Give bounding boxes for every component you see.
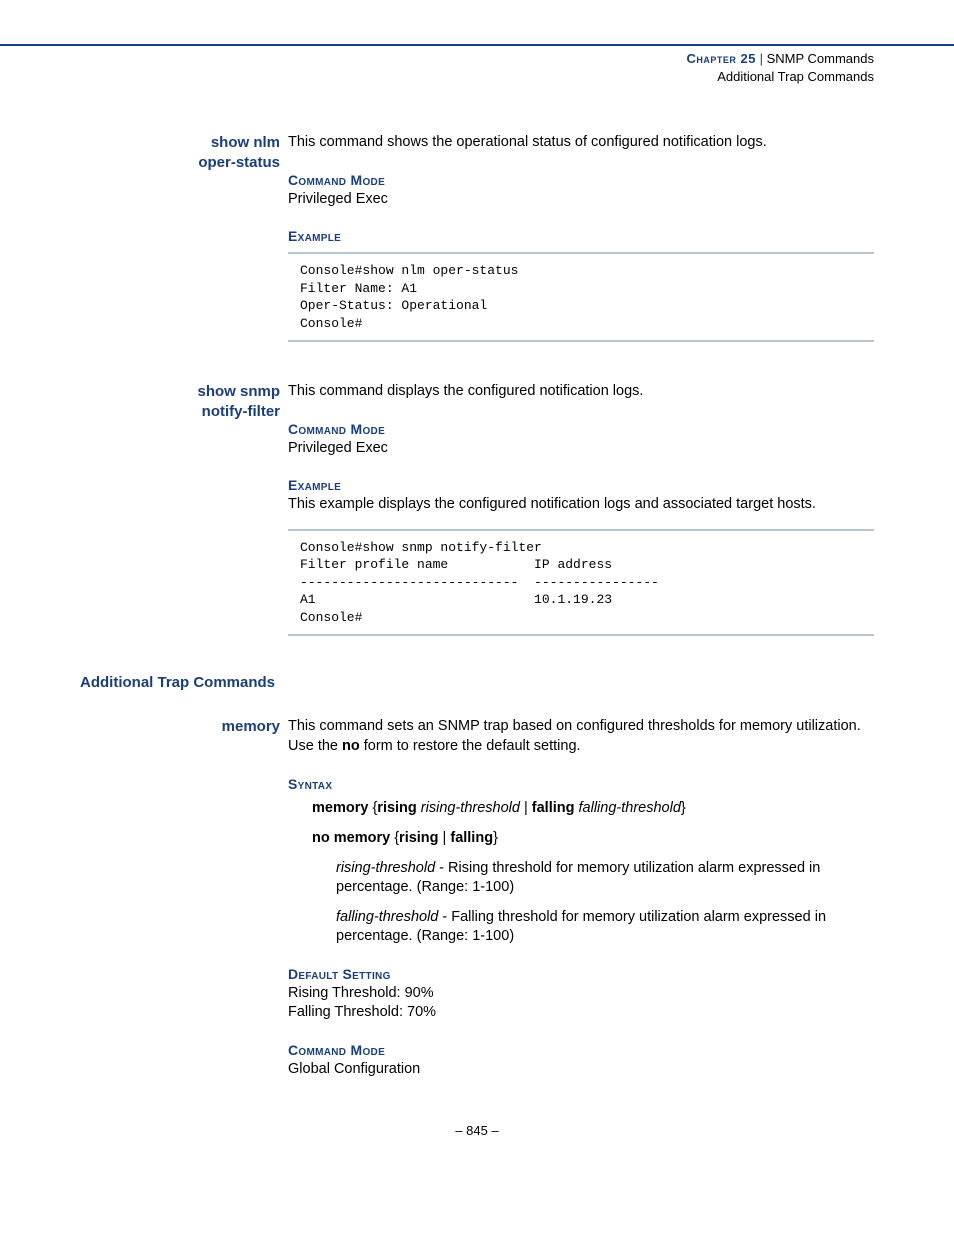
- header-separator: |: [760, 51, 763, 66]
- command-mode-value: Global Configuration: [288, 1060, 874, 1080]
- command-mode-value: Privileged Exec: [288, 439, 874, 459]
- page-content: show nlm oper-status This command shows …: [0, 85, 954, 1079]
- syntax-line-1: memory {rising rising-threshold | fallin…: [288, 799, 874, 819]
- command-block-memory: memory This command sets an SNMP trap ba…: [80, 717, 874, 1079]
- default-setting-label: Default Setting: [288, 965, 874, 984]
- param-rising: rising-threshold - Rising threshold for …: [288, 859, 874, 898]
- chapter-label: Chapter 25: [686, 51, 755, 66]
- command-name: show snmp notify-filter: [80, 382, 288, 423]
- page-header: Chapter 25 | SNMP Commands Additional Tr…: [0, 46, 954, 85]
- syntax-line-2: no memory {rising | falling}: [288, 829, 874, 849]
- command-mode-label: Command Mode: [288, 171, 874, 190]
- command-mode-label: Command Mode: [288, 420, 874, 439]
- example-label: Example: [288, 227, 874, 246]
- code-example: Console#show nlm oper-status Filter Name…: [288, 252, 874, 342]
- default-rising: Rising Threshold: 90%: [288, 984, 874, 1004]
- command-description: This command shows the operational statu…: [288, 133, 874, 153]
- command-name: show nlm oper-status: [80, 133, 288, 174]
- chapter-title: SNMP Commands: [767, 51, 874, 66]
- page-number: – 845 –: [0, 1123, 954, 1168]
- command-description: This command sets an SNMP trap based on …: [288, 717, 874, 756]
- default-falling: Falling Threshold: 70%: [288, 1003, 874, 1023]
- syntax-label: Syntax: [288, 775, 874, 794]
- command-mode-label: Command Mode: [288, 1041, 874, 1060]
- example-label: Example: [288, 476, 874, 495]
- command-mode-value: Privileged Exec: [288, 190, 874, 210]
- code-example: Console#show snmp notify-filter Filter p…: [288, 529, 874, 637]
- command-name: memory: [80, 717, 288, 737]
- param-falling: falling-threshold - Falling threshold fo…: [288, 908, 874, 947]
- command-description: This command displays the configured not…: [288, 382, 874, 402]
- command-block-show-snmp: show snmp notify-filter This command dis…: [80, 382, 874, 636]
- section-heading: Additional Trap Commands: [80, 674, 874, 691]
- header-subtitle: Additional Trap Commands: [717, 69, 874, 84]
- example-text: This example displays the configured not…: [288, 495, 874, 515]
- command-block-show-nlm: show nlm oper-status This command shows …: [80, 133, 874, 342]
